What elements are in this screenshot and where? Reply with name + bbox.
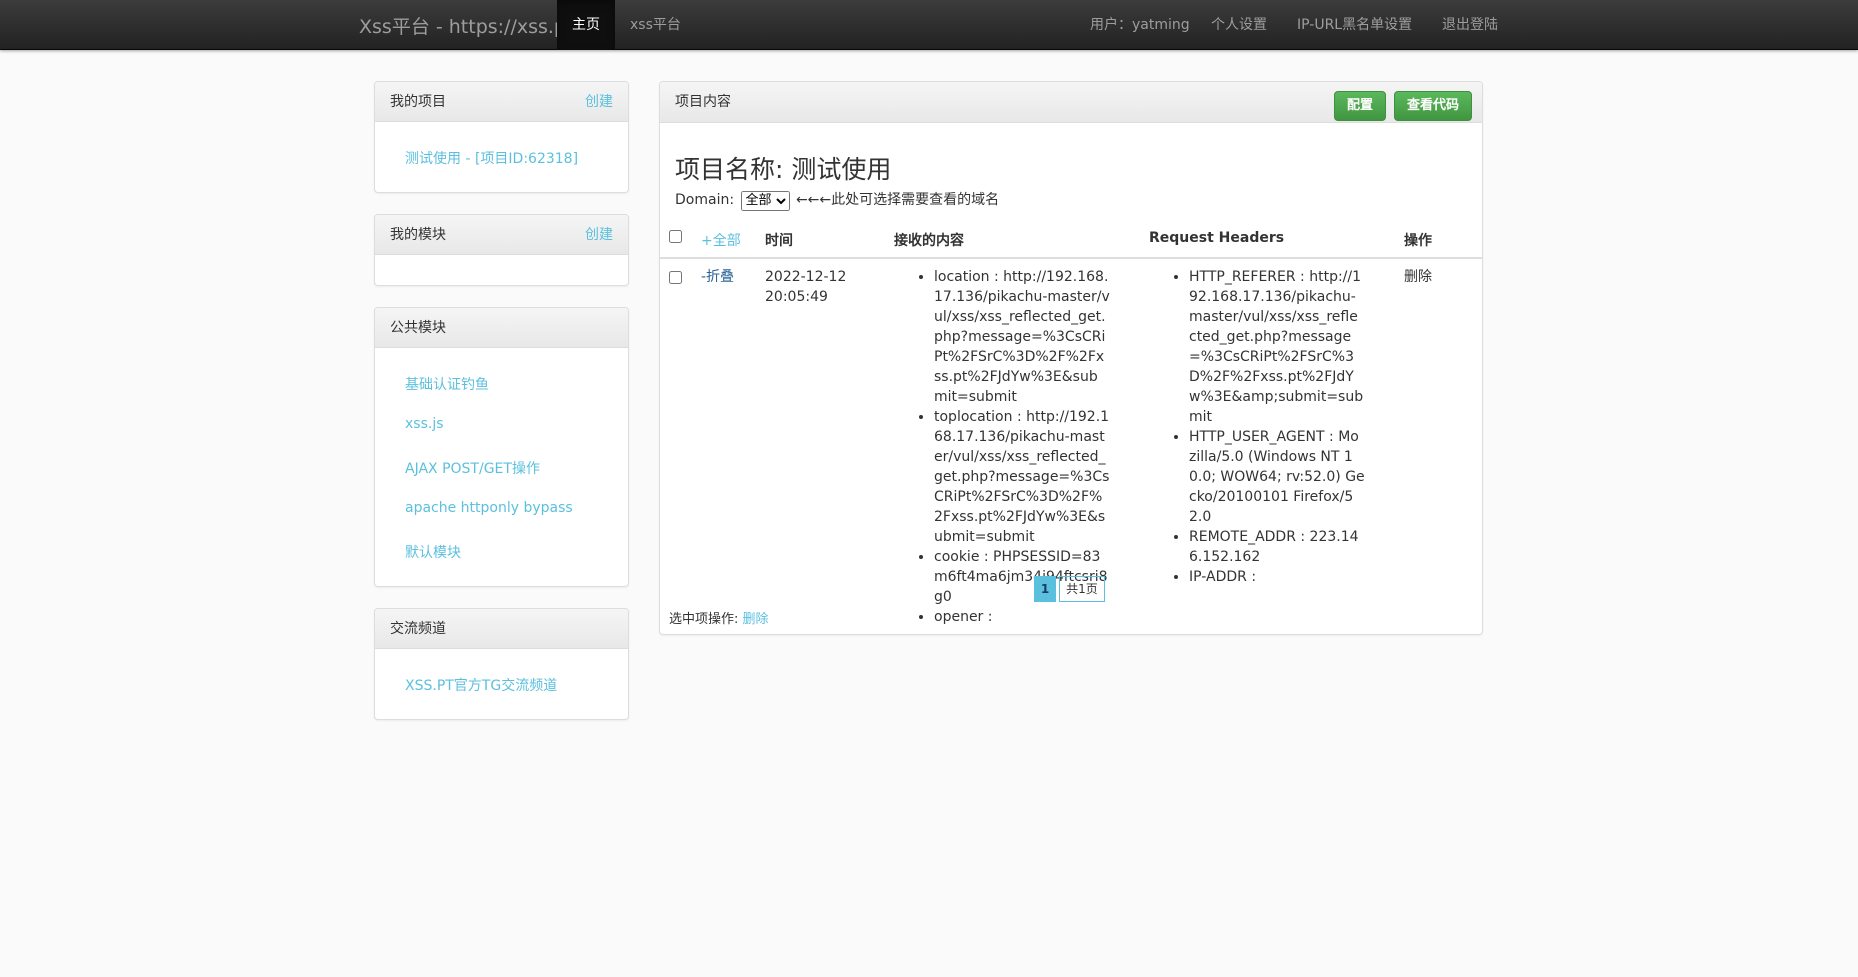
header-content: 接收的内容 xyxy=(894,233,964,249)
page-current[interactable]: 1 xyxy=(1034,576,1056,602)
project-name-title: 项目名称: 测试使用 xyxy=(675,155,892,184)
view-code-button[interactable]: 查看代码 xyxy=(1394,91,1473,121)
select-all-checkbox[interactable] xyxy=(669,230,682,243)
project-content-title: 项目内容 xyxy=(675,94,731,110)
module-link[interactable]: xss.js xyxy=(405,416,444,432)
module-link[interactable]: apache httponly bypass xyxy=(405,500,573,516)
row-content: location : http://192.168.17.136/pikachu… xyxy=(894,267,1110,627)
top-navbar: Xss平台 - https://xss.pt 主页 xss平台 用户：yatmi… xyxy=(0,0,1858,50)
header-actions: 操作 xyxy=(1404,233,1432,249)
nav-user[interactable]: 用户：yatming xyxy=(1075,0,1205,50)
header-request-headers: Request Headers xyxy=(1149,230,1285,246)
bulk-actions-label: 选中项操作: xyxy=(669,612,739,627)
content-item: opener : xyxy=(934,607,1110,627)
my-modules-heading: 我的模块 创建 xyxy=(375,215,628,255)
expand-all-link[interactable]: +全部 xyxy=(701,230,741,250)
collapse-link[interactable]: -折叠 xyxy=(701,267,734,287)
bulk-actions-row: 选中项操作: 删除 xyxy=(669,610,769,630)
domain-label: Domain: xyxy=(675,192,735,208)
nav-logout[interactable]: 退出登陆 xyxy=(1427,0,1513,50)
content-item: toplocation : http://192.168.17.136/pika… xyxy=(934,407,1110,547)
create-module-link[interactable]: 创建 xyxy=(585,215,613,255)
channel-title: 交流频道 xyxy=(390,621,446,637)
row-time: 2022-12-12 20:05:49 xyxy=(765,269,847,305)
my-projects-panel: 我的项目 创建 测试使用 - [项目ID:62318] xyxy=(374,81,629,193)
channel-panel: 交流频道 XSS.PT官方TG交流频道 xyxy=(374,608,629,720)
public-modules-title: 公共模块 xyxy=(390,320,446,336)
my-projects-title: 我的项目 xyxy=(390,94,446,110)
module-link[interactable]: AJAX POST/GET操作 xyxy=(405,458,540,478)
header-item: IP-ADDR : xyxy=(1189,567,1365,587)
header-item: HTTP_USER_AGENT : Mozilla/5.0 (Windows N… xyxy=(1189,427,1365,527)
module-link[interactable]: 默认模块 xyxy=(405,542,461,562)
header-item: HTTP_REFERER : http://192.168.17.136/pik… xyxy=(1189,267,1365,427)
public-modules-panel: 公共模块 基础认证钓鱼 xss.js AJAX POST/GET操作 apach… xyxy=(374,307,629,587)
header-item: REMOTE_ADDR : 223.146.152.162 xyxy=(1189,527,1365,567)
row-headers: HTTP_REFERER : http://192.168.17.136/pik… xyxy=(1149,267,1365,587)
domain-filter-row: Domain: 全部 ←←←此处可选择需要查看的域名 xyxy=(675,189,999,211)
nav-home[interactable]: 主页 xyxy=(557,0,615,50)
row-checkbox[interactable] xyxy=(669,271,682,284)
public-modules-heading: 公共模块 xyxy=(375,308,628,348)
row-delete-link[interactable]: 删除 xyxy=(1404,267,1432,287)
channel-link[interactable]: XSS.PT官方TG交流频道 xyxy=(405,675,557,695)
brand-link[interactable]: Xss平台 - https://xss.pt xyxy=(359,12,573,39)
config-button[interactable]: 配置 xyxy=(1334,91,1387,121)
nav-blacklist-settings[interactable]: IP-URL黑名单设置 xyxy=(1282,0,1427,50)
domain-hint: ←←←此处可选择需要查看的域名 xyxy=(795,192,1000,208)
table-header-divider xyxy=(660,257,1482,259)
header-time: 时间 xyxy=(765,233,793,249)
content-item: location : http://192.168.17.136/pikachu… xyxy=(934,267,1110,407)
project-link[interactable]: 测试使用 - [项目ID:62318] xyxy=(405,148,578,168)
channel-heading: 交流频道 xyxy=(375,609,628,649)
my-modules-panel: 我的模块 创建 xyxy=(374,214,629,286)
nav-settings[interactable]: 个人设置 xyxy=(1196,0,1282,50)
headers-list: HTTP_REFERER : http://192.168.17.136/pik… xyxy=(1149,267,1365,587)
project-content-panel: 项目内容 配置 查看代码 项目名称: 测试使用 Domain: 全部 ←←←此处… xyxy=(659,81,1483,635)
nav-xss-platform[interactable]: xss平台 xyxy=(615,0,696,50)
my-modules-title: 我的模块 xyxy=(390,227,446,243)
my-projects-heading: 我的项目 创建 xyxy=(375,82,628,122)
bulk-delete-link[interactable]: 删除 xyxy=(743,612,769,627)
page-total: 共1页 xyxy=(1059,576,1105,602)
content-list: location : http://192.168.17.136/pikachu… xyxy=(894,267,1110,627)
create-project-link[interactable]: 创建 xyxy=(585,82,613,122)
module-link[interactable]: 基础认证钓鱼 xyxy=(405,374,489,394)
domain-select[interactable]: 全部 xyxy=(740,190,790,211)
